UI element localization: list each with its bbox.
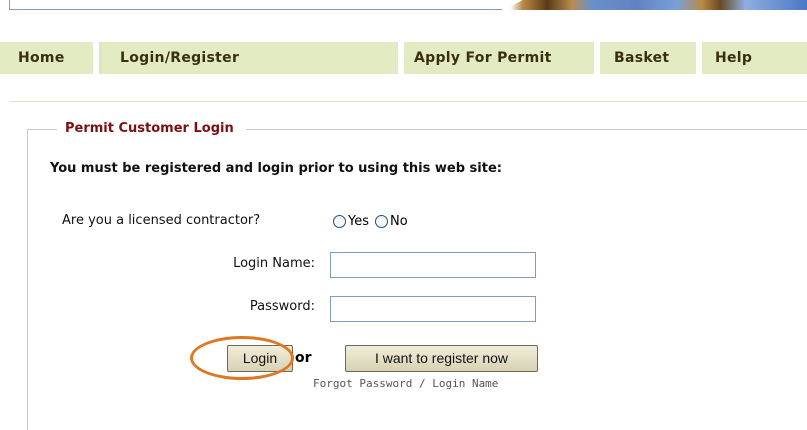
main-nav: Home Login/Register Apply For Permit Bas… bbox=[0, 42, 807, 74]
login-instruction: You must be registered and login prior t… bbox=[50, 161, 502, 176]
tab-login-register-label: Login/Register bbox=[120, 50, 240, 66]
login-button[interactable]: Login bbox=[227, 345, 293, 372]
fieldset-legend: Permit Customer Login bbox=[57, 120, 246, 138]
radio-no-label[interactable]: No bbox=[390, 214, 408, 229]
login-name-label: Login Name: bbox=[233, 256, 315, 271]
tab-help[interactable]: Help bbox=[702, 42, 807, 74]
divider bbox=[10, 101, 807, 102]
tab-help-label: Help bbox=[715, 50, 753, 66]
radio-no[interactable] bbox=[375, 215, 388, 228]
or-text: or bbox=[295, 350, 312, 366]
password-input[interactable] bbox=[330, 296, 536, 322]
tab-apply-for-permit-label: Apply For Permit bbox=[414, 50, 552, 66]
contractor-radio-group: Yes No bbox=[333, 214, 414, 229]
forgot-password-link[interactable]: Forgot Password / Login Name bbox=[313, 377, 498, 390]
radio-yes-label[interactable]: Yes bbox=[348, 214, 369, 229]
tab-apply-for-permit[interactable]: Apply For Permit bbox=[404, 42, 594, 74]
tab-home-label: Home bbox=[18, 50, 65, 66]
tab-login-register[interactable]: Login/Register bbox=[102, 42, 398, 74]
tab-basket[interactable]: Basket bbox=[600, 42, 696, 74]
password-label: Password: bbox=[249, 299, 315, 314]
login-name-input[interactable] bbox=[330, 252, 536, 278]
tab-basket-label: Basket bbox=[614, 50, 670, 66]
header-banner bbox=[0, 0, 807, 22]
radio-yes[interactable] bbox=[333, 215, 346, 228]
contractor-question: Are you a licensed contractor? bbox=[62, 213, 261, 228]
register-button[interactable]: I want to register now bbox=[345, 345, 538, 372]
header-rule bbox=[9, 9, 502, 10]
nav-separator bbox=[93, 42, 99, 74]
tab-home[interactable]: Home bbox=[0, 42, 93, 74]
header-banner-image bbox=[504, 0, 807, 10]
